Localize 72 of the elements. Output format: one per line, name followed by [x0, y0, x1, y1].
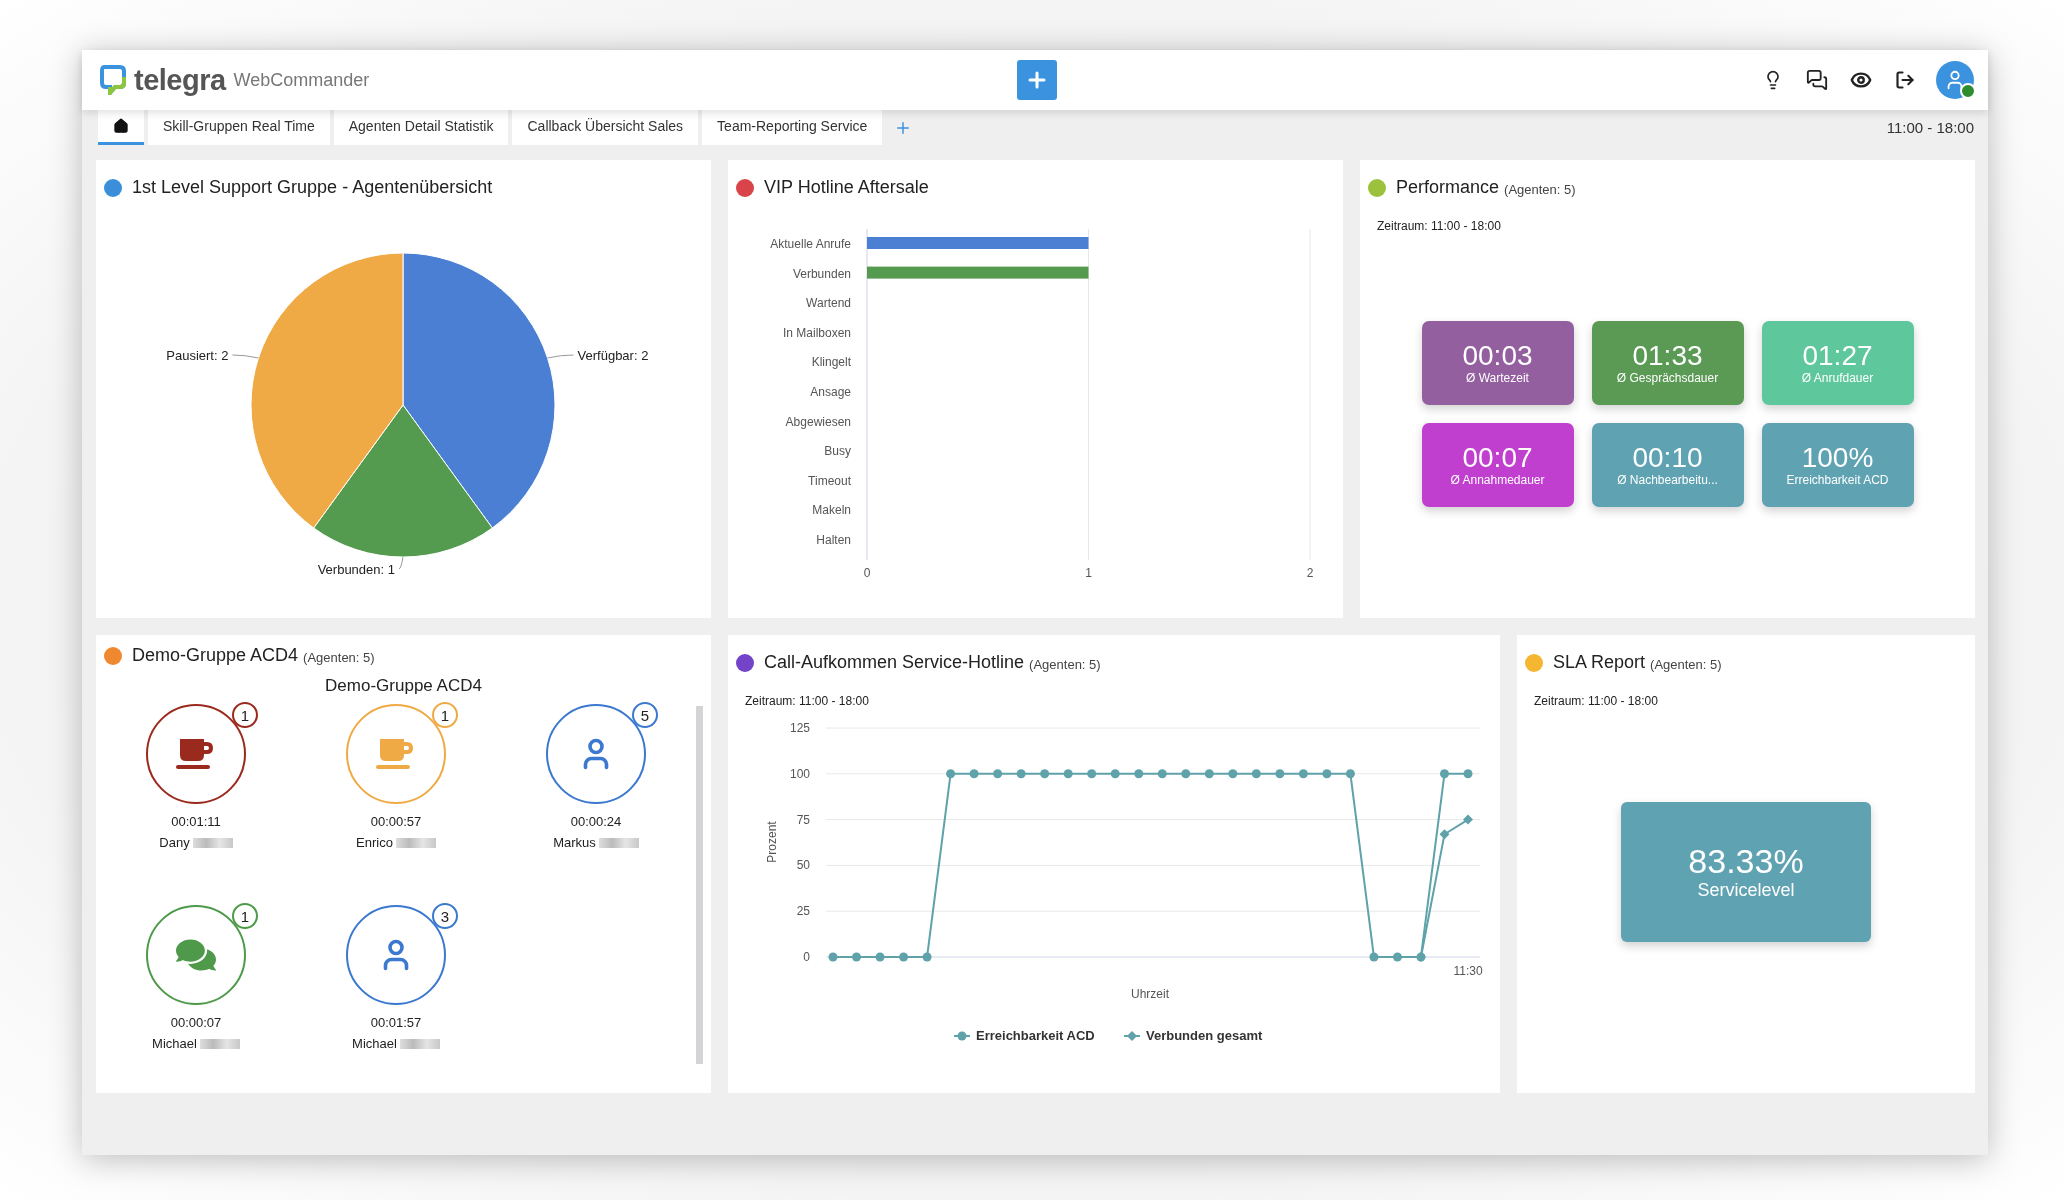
logo-text: telegra	[134, 63, 226, 97]
agent-count: (Agenten: 5)	[1650, 656, 1722, 672]
axis-label: Klingelt	[811, 355, 851, 370]
kpi-value: 00:03	[1462, 340, 1533, 372]
kpi-value: 01:33	[1632, 340, 1703, 372]
tick-label: 100	[789, 766, 810, 781]
axis-label: Ansage	[810, 385, 851, 399]
count-badge: 1	[432, 702, 458, 728]
kpi-value: 00:10	[1632, 442, 1703, 474]
group-heading: Demo-Gruppe ACD4	[324, 676, 483, 696]
time-label: 11:30	[1453, 964, 1483, 978]
kpi-value: 83.33%	[1688, 842, 1804, 881]
data-label: Pausiert: 2	[166, 348, 229, 363]
kpi-label: Ø Nachbearbeitu...	[1617, 473, 1718, 488]
period-text: Zeitraum: 11:00 - 18:00	[744, 693, 870, 708]
agent-name: Markus	[553, 835, 596, 850]
kpi-value: 01:27	[1802, 340, 1873, 372]
axis-label: Verbunden	[792, 266, 851, 281]
axis-label: Makeln	[812, 503, 851, 518]
axis-label: Abgewiesen	[785, 414, 851, 429]
tick-label: 0	[863, 566, 871, 580]
time-range: 11:00 - 18:00	[1886, 119, 1974, 136]
agent-time: 00:00:07	[170, 1015, 222, 1030]
tick-label: 2	[1306, 566, 1314, 580]
agent-count: (Agenten: 5)	[1504, 181, 1576, 197]
kpi-label: Ø Annahmedauer	[1450, 473, 1545, 488]
data-label: Verbunden: 1	[317, 562, 395, 577]
agent-count: (Agenten: 5)	[303, 649, 375, 665]
panel-title: Performance	[1396, 177, 1500, 198]
count-badge: 3	[432, 903, 458, 929]
kpi-label: Ø Gesprächsdauer	[1616, 371, 1719, 386]
tick-label: 125	[789, 721, 810, 735]
kpi-label: Ø Anrufdauer	[1801, 371, 1874, 386]
axis-label: Wartend	[806, 296, 851, 311]
agent-name: Enrico	[356, 835, 393, 850]
kpi-value: 100%	[1801, 442, 1874, 474]
count-badge: 1	[232, 702, 258, 728]
panel-title: 1st Level Support Gruppe - Agentenübersicht	[132, 177, 493, 198]
axis-label: Aktuelle Anrufe	[770, 237, 851, 251]
agent-count: (Agenten: 5)	[1029, 656, 1101, 672]
period-text: Zeitraum: 11:00 - 18:00	[1376, 218, 1502, 233]
agent-time: 00:00:57	[370, 814, 422, 829]
kpi-value: 00:07	[1462, 442, 1533, 474]
data-label: Verfügbar: 2	[577, 348, 649, 363]
axis-label: Busy	[824, 444, 851, 459]
tick-label: 0	[803, 950, 810, 964]
axis-label: Timeout	[808, 473, 851, 488]
tick-label: 25	[796, 904, 810, 919]
agent-time: 00:01:11	[171, 814, 221, 829]
agent-time: 00:00:24	[570, 814, 622, 829]
kpi-label: Erreichbarkeit ACD	[1786, 473, 1889, 488]
agent-name: Dany	[159, 835, 190, 850]
tick-label: 1	[1085, 566, 1092, 580]
axis-title: Uhrzeit	[1131, 987, 1169, 1001]
period-text: Zeitraum: 11:00 - 18:00	[1533, 693, 1659, 708]
agent-time: 00:01:57	[370, 1015, 422, 1030]
panel-title: VIP Hotline Aftersale	[764, 177, 929, 198]
panel-title: SLA Report	[1553, 652, 1646, 673]
kpi-label: Ø Wartezeit	[1466, 371, 1529, 386]
axis-label: In Mailboxen	[782, 325, 851, 340]
axis-title: Prozent	[765, 821, 779, 863]
tick-label: 75	[796, 812, 810, 827]
axis-label: Halten	[816, 533, 851, 547]
tick-label: 50	[796, 858, 810, 873]
product-name: WebCommander	[233, 69, 370, 91]
agent-name: Michael	[152, 1036, 197, 1051]
count-badge: 1	[232, 903, 258, 929]
kpi-label: Servicelevel	[1697, 880, 1795, 902]
agent-name: Michael	[352, 1036, 397, 1051]
count-badge: 5	[632, 702, 658, 728]
panel-title: Call-Aufkommen Service-Hotline	[764, 652, 1025, 673]
panel-title: Demo-Gruppe ACD4	[132, 645, 299, 666]
